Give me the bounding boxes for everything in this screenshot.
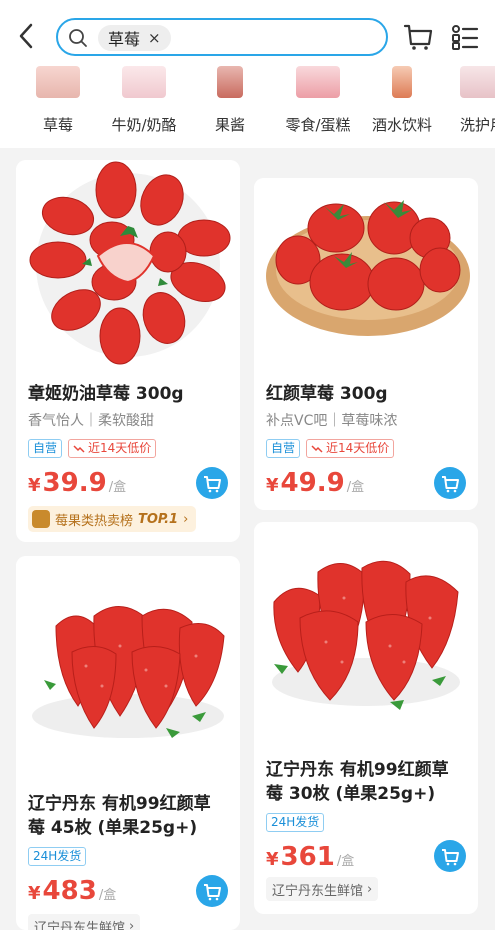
low-price-text: 近14天低价 xyxy=(88,441,152,455)
add-to-cart-button[interactable] xyxy=(434,840,466,872)
product-title: 红颜草莓 300g xyxy=(266,384,388,404)
product-tags: 自营 近14天低价 xyxy=(28,439,157,458)
product-subtitle: 补点VC吧｜草莓味浓 xyxy=(266,413,398,429)
product-title-line1: 辽宁丹东 有机99红颜草 xyxy=(266,760,449,780)
category-thumb xyxy=(296,66,340,98)
chevron-right-icon: › xyxy=(367,881,373,897)
category-label: 果酱 xyxy=(214,116,245,134)
price-value: 483 xyxy=(42,876,97,906)
category-item-jam[interactable]: 果酱 xyxy=(190,66,270,148)
category-item-care[interactable]: 洗护用 xyxy=(450,66,495,148)
shop-name: 辽宁丹东生鲜馆 xyxy=(272,883,364,899)
add-to-cart-button[interactable] xyxy=(196,467,228,499)
cart-icon xyxy=(204,884,221,901)
back-arrow-icon[interactable] xyxy=(14,22,40,50)
price-unit: /盒 xyxy=(346,480,365,495)
product-title: 章姬奶油草莓 300g xyxy=(28,384,184,404)
shipping-24h-badge: 24H发货 xyxy=(266,813,325,832)
category-label: 零食/蛋糕 xyxy=(285,116,351,134)
category-thumb xyxy=(392,66,412,98)
shop-link[interactable]: 辽宁丹东生鲜馆 › xyxy=(266,877,379,901)
price-value: 361 xyxy=(280,842,335,872)
search-query-chip[interactable]: 草莓 × xyxy=(98,25,171,51)
price-value: 49.9 xyxy=(280,468,345,498)
low-price-badge: 近14天低价 xyxy=(306,439,395,458)
price-unit: /盒 xyxy=(98,888,117,903)
cart-icon xyxy=(442,849,459,866)
category-item-snack[interactable]: 零食/蛋糕 xyxy=(278,66,358,148)
category-item-strawberry[interactable]: 草莓 xyxy=(18,66,98,148)
self-operated-badge: 自营 xyxy=(28,439,63,458)
product-price: ¥ 483 /盒 xyxy=(28,876,116,906)
trend-down-icon xyxy=(73,444,85,453)
price-unit: /盒 xyxy=(336,854,355,869)
product-title-line1: 辽宁丹东 有机99红颜草 xyxy=(28,794,211,814)
chevron-right-icon: › xyxy=(129,918,135,930)
add-to-cart-button[interactable] xyxy=(196,875,228,907)
shop-link[interactable]: 辽宁丹东生鲜馆 › xyxy=(28,914,141,930)
product-tags: 24H发货 xyxy=(266,813,325,832)
category-thumb xyxy=(36,66,80,98)
product-price: ¥ 49.9 /盒 xyxy=(266,468,364,498)
category-label: 草莓 xyxy=(42,116,73,134)
price-value: 39.9 xyxy=(42,468,107,498)
category-label: 酒水饮料 xyxy=(371,116,432,134)
currency-symbol: ¥ xyxy=(266,849,279,870)
product-image xyxy=(254,178,478,358)
product-tags: 24H发货 xyxy=(28,847,87,866)
low-price-badge: 近14天低价 xyxy=(68,439,157,458)
cart-icon xyxy=(204,476,221,493)
trend-down-icon xyxy=(311,444,323,453)
category-strip: 草莓 牛奶/奶酪 果酱 零食/蛋糕 酒水饮料 洗护用 xyxy=(0,66,495,148)
product-title-line2: 莓 45枚 (单果25g+) xyxy=(28,818,198,838)
ranking-top: TOP.1 xyxy=(138,511,179,527)
category-item-milk[interactable]: 牛奶/奶酪 xyxy=(104,66,184,148)
shipping-24h-badge: 24H发货 xyxy=(28,847,87,866)
product-card[interactable]: 红颜草莓 300g 补点VC吧｜草莓味浓 自营 近14天低价 ¥ 49.9 /盒 xyxy=(254,178,478,510)
cart-icon xyxy=(442,476,459,493)
clear-chip-icon[interactable]: × xyxy=(148,29,161,47)
category-item-drinks[interactable]: 酒水饮料 xyxy=(362,66,442,148)
cart-icon[interactable] xyxy=(402,22,434,52)
product-subtitle: 香气怡人｜柔软酸甜 xyxy=(28,413,154,429)
category-thumb xyxy=(217,66,243,98)
currency-symbol: ¥ xyxy=(28,883,41,904)
product-price: ¥ 39.9 /盒 xyxy=(28,468,126,498)
product-title-line2: 莓 30枚 (单果25g+) xyxy=(266,784,436,804)
add-to-cart-button[interactable] xyxy=(434,467,466,499)
search-box[interactable]: 草莓 × xyxy=(56,18,388,56)
low-price-text: 近14天低价 xyxy=(326,441,390,455)
product-tags: 自营 近14天低价 xyxy=(266,439,395,458)
price-unit: /盒 xyxy=(108,480,127,495)
category-label: 牛奶/奶酪 xyxy=(111,116,177,134)
shop-name: 辽宁丹东生鲜馆 xyxy=(34,920,126,930)
currency-symbol: ¥ xyxy=(28,475,41,496)
product-image xyxy=(16,556,240,766)
category-thumb xyxy=(460,66,495,98)
product-card[interactable]: 章姬奶油草莓 300g 香气怡人｜柔软酸甜 自营 近14天低价 ¥ 39.9 /… xyxy=(16,160,240,542)
product-card[interactable]: 辽宁丹东 有机99红颜草 莓 30枚 (单果25g+) 24H发货 ¥ 361 … xyxy=(254,522,478,914)
category-label: 洗护用 xyxy=(460,116,495,134)
ranking-badge[interactable]: 莓果类热卖榜 TOP.1 › xyxy=(28,506,197,532)
trophy-icon xyxy=(32,510,50,528)
list-menu-icon[interactable] xyxy=(450,22,480,52)
product-image xyxy=(16,160,240,370)
chevron-right-icon: › xyxy=(183,511,189,527)
top-bar: 草莓 × xyxy=(0,0,495,66)
product-card[interactable]: 辽宁丹东 有机99红颜草 莓 45枚 (单果25g+) 24H发货 ¥ 483 … xyxy=(16,556,240,930)
product-image xyxy=(254,522,478,740)
category-thumb xyxy=(122,66,166,98)
search-icon xyxy=(69,29,87,47)
self-operated-badge: 自营 xyxy=(266,439,301,458)
product-price: ¥ 361 /盒 xyxy=(266,842,354,872)
search-query-text: 草莓 xyxy=(108,30,141,49)
ranking-text: 莓果类热卖榜 xyxy=(55,513,134,529)
currency-symbol: ¥ xyxy=(266,475,279,496)
